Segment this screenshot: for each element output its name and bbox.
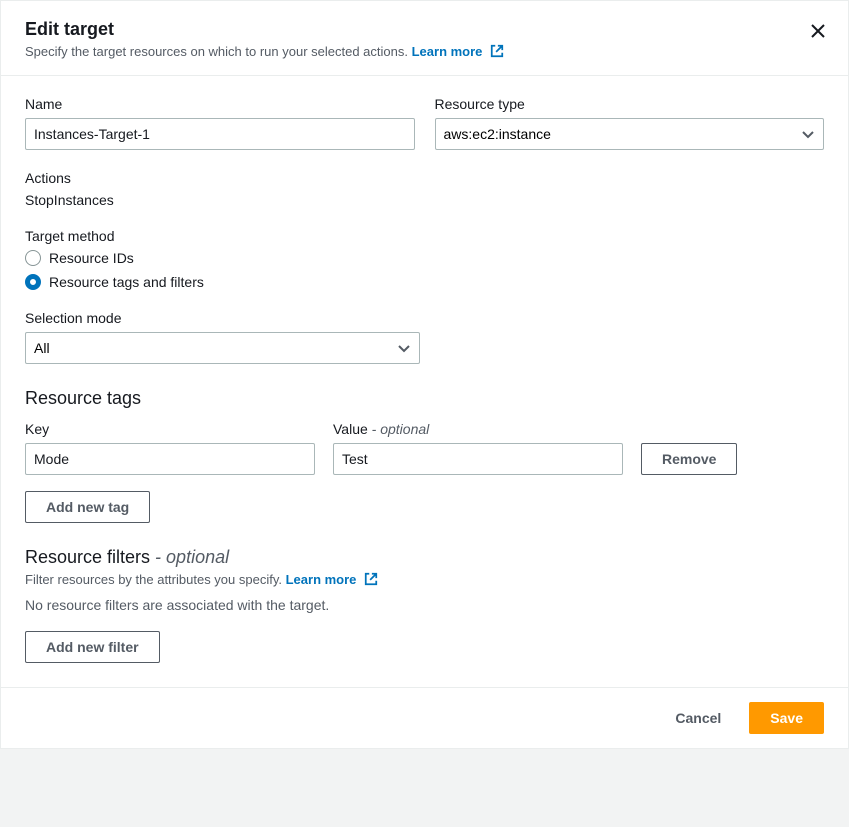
modal-subtitle-text: Specify the target resources on which to…	[25, 44, 408, 59]
name-input[interactable]	[25, 118, 415, 150]
resource-filters-title-text: Resource filters	[25, 547, 150, 567]
modal-body: Name Resource type aws:ec2:instance Acti…	[1, 76, 848, 687]
radio-icon	[25, 250, 41, 266]
radio-resource-tags[interactable]: Resource tags and filters	[25, 274, 824, 290]
radio-resource-ids[interactable]: Resource IDs	[25, 250, 824, 266]
actions-label: Actions	[25, 170, 824, 186]
close-button[interactable]	[810, 23, 826, 42]
cancel-button[interactable]: Cancel	[659, 704, 737, 732]
tag-value-optional: - optional	[368, 421, 429, 437]
selection-mode-value: All	[34, 340, 50, 356]
tag-value-input[interactable]	[333, 443, 623, 475]
modal-title: Edit target	[25, 19, 824, 40]
resource-filters-desc-text: Filter resources by the attributes you s…	[25, 572, 282, 587]
add-new-tag-button[interactable]: Add new tag	[25, 491, 150, 523]
remove-tag-button[interactable]: Remove	[641, 443, 737, 475]
save-button[interactable]: Save	[749, 702, 824, 734]
name-label: Name	[25, 96, 415, 112]
resource-type-label: Resource type	[435, 96, 825, 112]
learn-more-text: Learn more	[412, 44, 483, 59]
modal-subtitle: Specify the target resources on which to…	[25, 44, 824, 59]
filters-learn-more-link[interactable]: Learn more	[286, 572, 378, 587]
resource-tags-title: Resource tags	[25, 388, 824, 409]
close-icon	[810, 23, 826, 39]
selection-mode-select[interactable]: All	[25, 332, 420, 364]
modal-header: Edit target Specify the target resources…	[1, 1, 848, 76]
external-link-icon	[364, 572, 378, 586]
resource-type-select[interactable]: aws:ec2:instance	[435, 118, 825, 150]
filters-learn-more-text: Learn more	[286, 572, 357, 587]
modal-footer: Cancel Save	[1, 687, 848, 748]
edit-target-modal: Edit target Specify the target resources…	[0, 0, 849, 749]
tag-key-label: Key	[25, 421, 315, 437]
radio-label-ids: Resource IDs	[49, 250, 134, 266]
tag-key-input[interactable]	[25, 443, 315, 475]
add-new-filter-button[interactable]: Add new filter	[25, 631, 160, 663]
target-method-label: Target method	[25, 228, 824, 244]
radio-icon	[25, 274, 41, 290]
actions-value: StopInstances	[25, 192, 824, 208]
learn-more-link[interactable]: Learn more	[412, 44, 504, 59]
radio-label-tags: Resource tags and filters	[49, 274, 204, 290]
tag-value-label: Value - optional	[333, 421, 623, 437]
resource-filters-title: Resource filters - optional	[25, 547, 824, 568]
resource-type-value: aws:ec2:instance	[444, 126, 551, 142]
selection-mode-label: Selection mode	[25, 310, 824, 326]
resource-filters-optional: - optional	[150, 547, 229, 567]
external-link-icon	[490, 44, 504, 58]
tag-row: Key Value - optional Remove	[25, 421, 824, 475]
filters-empty-text: No resource filters are associated with …	[25, 597, 824, 613]
resource-filters-desc: Filter resources by the attributes you s…	[25, 572, 824, 587]
tag-value-label-text: Value	[333, 421, 368, 437]
